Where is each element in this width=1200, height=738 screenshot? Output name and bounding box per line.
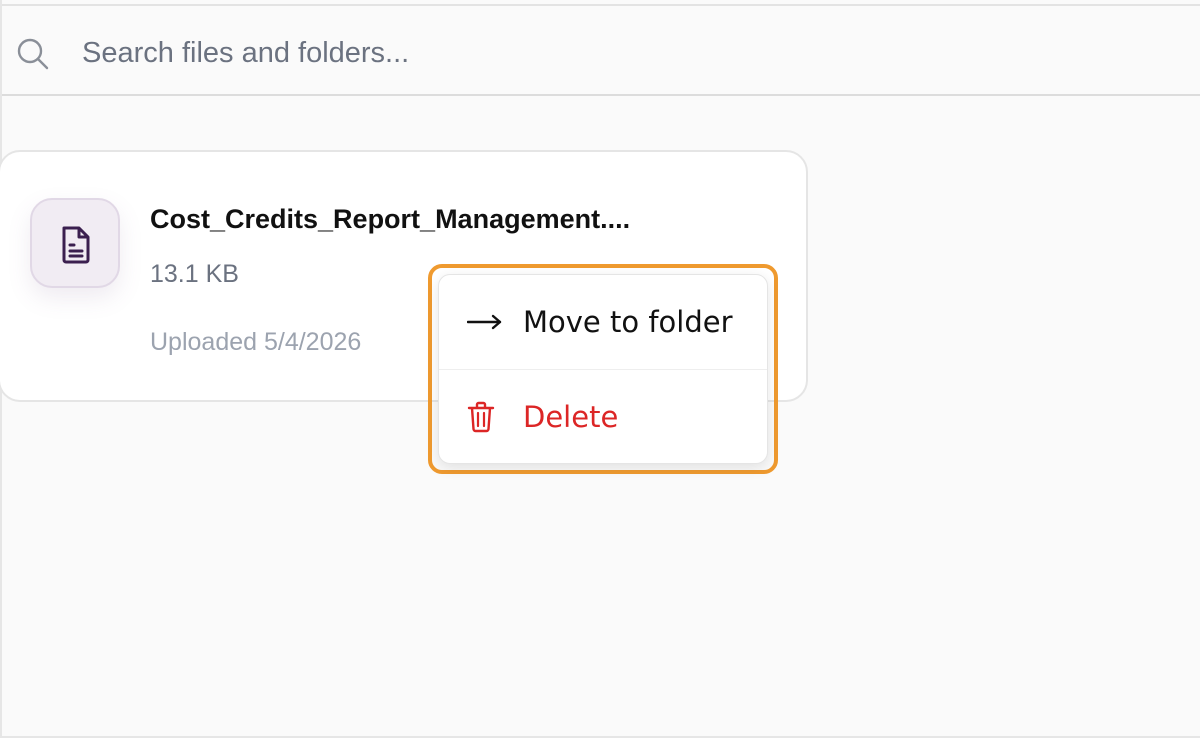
file-size: 13.1 KB	[150, 260, 239, 288]
search-bar	[2, 4, 1200, 96]
arrow-right-icon	[467, 314, 502, 330]
delete-menu-item[interactable]: Delete	[439, 370, 767, 464]
move-to-folder-menu-item[interactable]: Move to folder	[439, 275, 767, 369]
search-input[interactable]	[82, 28, 1162, 78]
delete-label: Delete	[523, 400, 619, 434]
search-icon	[17, 38, 49, 70]
file-manager-panel: Cost_Credits_Report_Management.... 13.1 …	[0, 0, 1200, 738]
file-name: Cost_Credits_Report_Management....	[150, 204, 631, 234]
move-to-folder-label: Move to folder	[523, 305, 733, 339]
context-menu: Move to folder Delete	[438, 274, 768, 464]
file-icon-tile	[30, 198, 120, 288]
trash-icon	[467, 401, 495, 433]
file-upload-date: Uploaded 5/4/2026	[150, 328, 362, 356]
document-icon	[62, 226, 90, 264]
